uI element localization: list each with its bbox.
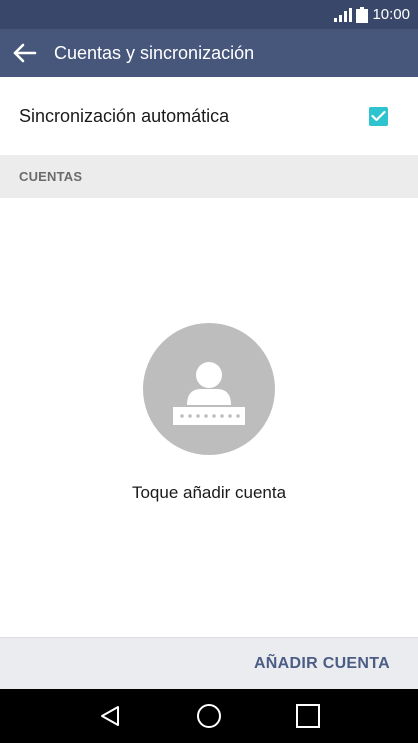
- section-header-label: CUENTAS: [19, 169, 83, 184]
- accounts-empty-state: Toque añadir cuenta: [0, 198, 418, 637]
- arrow-left-icon: [13, 43, 37, 63]
- auto-sync-row[interactable]: Sincronización automática: [0, 77, 418, 155]
- auto-sync-label: Sincronización automática: [19, 105, 230, 126]
- nav-back-button[interactable]: [90, 696, 130, 736]
- add-account-avatar[interactable]: [143, 323, 275, 455]
- nav-home-button[interactable]: [189, 696, 229, 736]
- signal-icon: [334, 7, 353, 22]
- app-toolbar: Cuentas y sincronización: [0, 29, 418, 77]
- check-icon: [371, 110, 386, 122]
- square-recents-icon: [296, 704, 321, 728]
- circle-home-icon: [196, 704, 221, 728]
- status-time: 10:00: [372, 6, 410, 23]
- status-bar: 10:00: [0, 0, 418, 29]
- back-button[interactable]: [0, 29, 50, 77]
- system-nav-bar: [0, 689, 418, 743]
- page-title: Cuentas y sincronización: [54, 42, 255, 63]
- triangle-back-icon: [100, 706, 119, 726]
- footer-action-bar: AÑADIR CUENTA: [0, 637, 418, 689]
- nav-recents-button[interactable]: [288, 696, 328, 736]
- auto-sync-checkbox[interactable]: [369, 106, 388, 126]
- add-account-button[interactable]: AÑADIR CUENTA: [254, 655, 390, 673]
- battery-icon: [356, 6, 369, 23]
- account-avatar-icon: [173, 362, 245, 425]
- empty-state-text: Toque añadir cuenta: [131, 483, 287, 502]
- accounts-section-header: CUENTAS: [0, 155, 418, 198]
